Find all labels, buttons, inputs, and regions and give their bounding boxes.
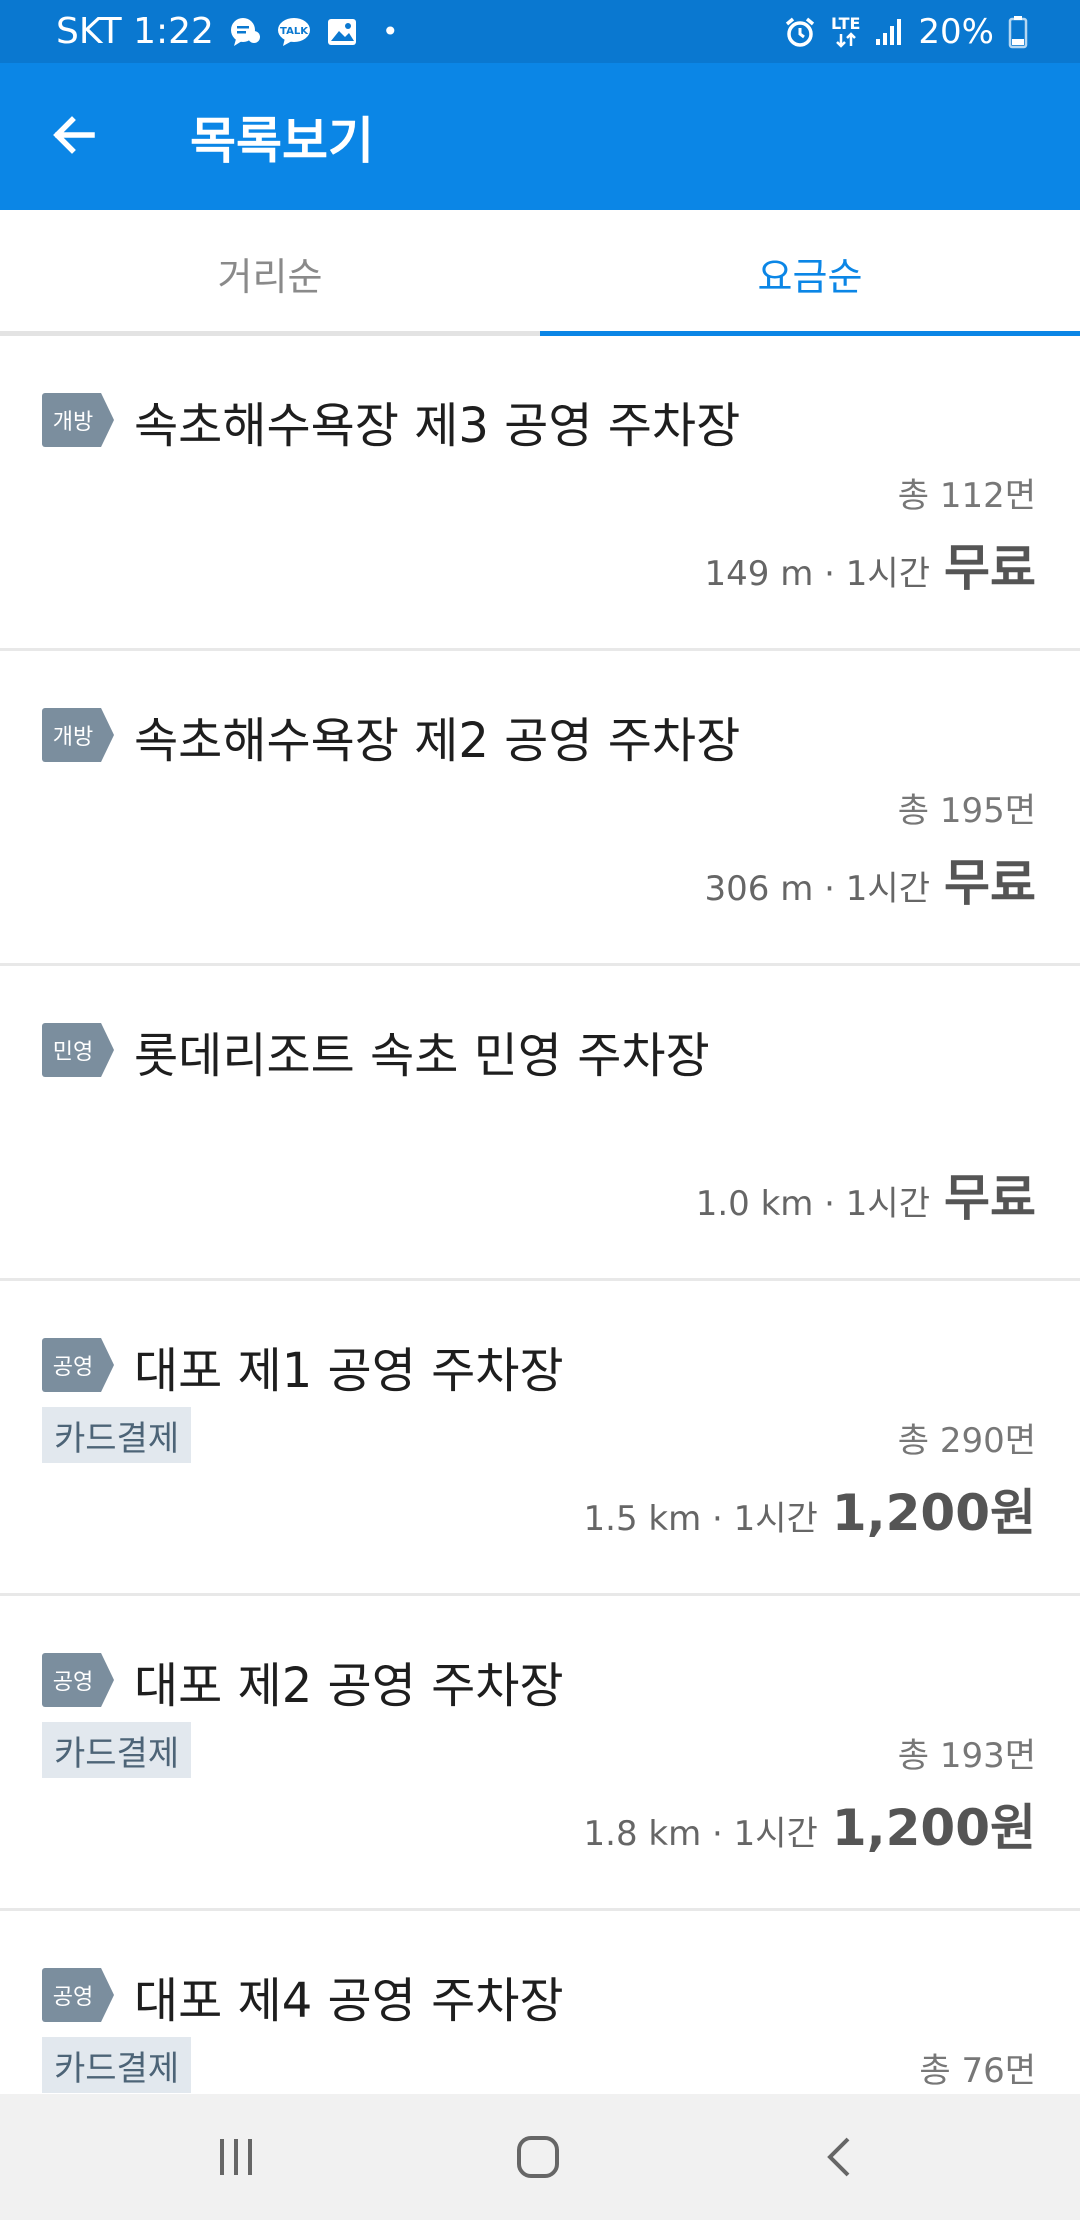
chat-bubbles-icon <box>228 15 262 49</box>
status-right: LTE 20% <box>783 0 1028 63</box>
back-icon <box>818 2135 862 2183</box>
distance-time: 1.8 km · 1시간 <box>583 1814 818 1854</box>
card-payment-tag: 카드결제 <box>42 1722 192 1778</box>
status-left: SKT 1:22 TALK • <box>56 0 398 63</box>
battery-percent: 20% <box>918 11 994 52</box>
price: 무료 <box>944 1169 1036 1227</box>
svg-text:TALK: TALK <box>280 26 309 37</box>
tab-price[interactable]: 요금순 <box>540 210 1080 336</box>
parking-name: 속초해수욕장 제3 공영 주차장 <box>134 398 741 454</box>
image-icon <box>326 17 358 47</box>
capacity: 총 112면 <box>897 476 1036 516</box>
app-bar: 목록보기 <box>0 63 1080 210</box>
list-item[interactable]: 개방 속초해수욕장 제3 공영 주차장 총 112면 149 m · 1시간 무… <box>0 336 1080 651</box>
signal-icon <box>874 17 904 47</box>
lte-label: LTE <box>831 13 861 33</box>
meta-row: 1.5 km · 1시간 1,200원 <box>584 1473 1036 1545</box>
list-item[interactable]: 민영 롯데리조트 속초 민영 주차장 1.0 km · 1시간 무료 <box>0 966 1080 1281</box>
talk-icon: TALK <box>276 15 312 49</box>
capacity: 총 290면 <box>897 1421 1036 1461</box>
distance-time: 149 m · 1시간 <box>704 554 930 594</box>
price: 무료 <box>944 854 1036 912</box>
meta-row: 149 m · 1시간 무료 <box>705 528 1036 600</box>
recent-apps-icon <box>214 2135 258 2183</box>
list-item[interactable]: 공영 대포 제2 공영 주차장 카드결제 총 193면 1.8 km · 1시간… <box>0 1596 1080 1911</box>
list-item[interactable]: 개방 속초해수욕장 제2 공영 주차장 총 195면 306 m · 1시간 무… <box>0 651 1080 966</box>
home-icon <box>514 2133 562 2185</box>
price: 무료 <box>944 539 1036 597</box>
type-badge: 개방 <box>42 708 114 762</box>
list-item[interactable]: 공영 대포 제1 공영 주차장 카드결제 총 290면 1.5 km · 1시간… <box>0 1281 1080 1596</box>
status-dot: • <box>381 15 399 48</box>
parking-name: 대포 제2 공영 주차장 <box>134 1658 564 1714</box>
tab-price-label: 요금순 <box>757 254 863 299</box>
distance-time: 1.5 km · 1시간 <box>583 1499 818 1539</box>
carrier-time: SKT 1:22 <box>56 11 214 52</box>
meta-row: 306 m · 1시간 무료 <box>705 843 1036 915</box>
capacity: 총 193면 <box>897 1736 1036 1776</box>
card-payment-tag: 카드결제 <box>42 1407 192 1463</box>
type-badge: 개방 <box>42 393 114 447</box>
system-back-button[interactable] <box>800 2119 880 2199</box>
parking-name: 대포 제4 공영 주차장 <box>134 1973 564 2029</box>
home-button[interactable] <box>498 2119 578 2199</box>
type-badge: 민영 <box>42 1023 114 1077</box>
card-payment-tag: 카드결제 <box>42 2037 192 2093</box>
type-badge: 공영 <box>42 1653 114 1707</box>
capacity: 총 76면 <box>919 2051 1036 2091</box>
arrow-left-icon <box>50 111 98 163</box>
tab-distance-label: 거리순 <box>217 254 323 299</box>
status-bar: SKT 1:22 TALK • LTE 20% <box>0 0 1080 63</box>
system-nav-bar <box>0 2094 1080 2220</box>
price: 1,200원 <box>831 1484 1036 1542</box>
type-badge: 공영 <box>42 1968 114 2022</box>
back-button[interactable] <box>38 101 110 173</box>
meta-row: 1.8 km · 1시간 1,200원 <box>584 1788 1036 1860</box>
recent-apps-button[interactable] <box>196 2119 276 2199</box>
parking-name: 롯데리조트 속초 민영 주차장 <box>134 1028 710 1084</box>
type-badge: 공영 <box>42 1338 114 1392</box>
tab-distance[interactable]: 거리순 <box>0 210 540 336</box>
distance-time: 1.0 km · 1시간 <box>695 1184 930 1224</box>
parking-name: 대포 제1 공영 주차장 <box>134 1343 564 1399</box>
capacity: 총 195면 <box>897 791 1036 831</box>
parking-name: 속초해수욕장 제2 공영 주차장 <box>134 713 741 769</box>
meta-row: 1.0 km · 1시간 무료 <box>696 1158 1036 1230</box>
battery-icon <box>1008 15 1028 49</box>
lte-icon: LTE <box>831 13 861 48</box>
parking-list: 개방 속초해수욕장 제3 공영 주차장 총 112면 149 m · 1시간 무… <box>0 336 1080 2094</box>
alarm-icon <box>783 15 817 49</box>
distance-time: 306 m · 1시간 <box>704 869 930 909</box>
sort-tabs: 거리순 요금순 <box>0 210 1080 336</box>
page-title: 목록보기 <box>190 111 374 170</box>
list-item[interactable]: 공영 대포 제4 공영 주차장 카드결제 총 76면 <box>0 1911 1080 2094</box>
price: 1,200원 <box>831 1799 1036 1857</box>
